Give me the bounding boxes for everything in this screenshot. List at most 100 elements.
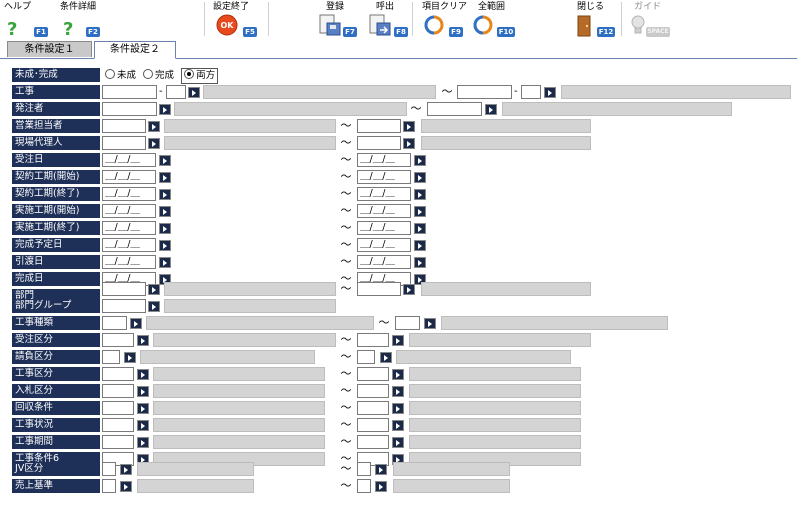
range-from-input[interactable] (102, 401, 134, 415)
date-to-input[interactable]: ＿/＿/＿ (357, 170, 411, 184)
f12-key-badge[interactable]: F12 (597, 27, 615, 37)
range-to-input[interactable] (357, 435, 389, 449)
range-to-lookup-button[interactable] (392, 437, 404, 448)
orderer-from-lookup-button[interactable] (159, 104, 171, 115)
calendar-button[interactable] (414, 189, 426, 200)
range-to-lookup-button[interactable] (392, 386, 404, 397)
range-from-input[interactable] (102, 367, 134, 381)
order-class-to-lookup-button[interactable] (392, 335, 404, 346)
help-icon[interactable]: ? (6, 19, 20, 37)
jv-class-from-lookup-button[interactable] (120, 464, 132, 475)
range-from-lookup-button[interactable] (137, 437, 149, 448)
f10-key-badge[interactable]: F10 (497, 27, 515, 37)
sales-basis-to-lookup-button[interactable] (375, 481, 387, 492)
range-to-input[interactable] (357, 418, 389, 432)
department-from-lookup-button[interactable] (148, 284, 160, 295)
order-class-to-input[interactable] (357, 333, 389, 347)
date-from-input[interactable]: ＿/＿/＿ (102, 221, 156, 235)
ok-icon[interactable]: OK (216, 14, 238, 36)
calendar-button[interactable] (159, 240, 171, 251)
f8-key-badge[interactable]: F8 (394, 27, 408, 37)
date-from-input[interactable]: ＿/＿/＿ (102, 238, 156, 252)
tab-conditions-2[interactable]: 条件設定２ (94, 41, 176, 59)
range-from-input[interactable] (102, 435, 134, 449)
refresh-icon[interactable] (423, 14, 445, 36)
range-from-lookup-button[interactable] (137, 403, 149, 414)
calendar-button[interactable] (159, 257, 171, 268)
work-type-to-lookup-button[interactable] (424, 318, 436, 329)
site-agent-from-input[interactable] (102, 136, 146, 150)
contract-class-to-input[interactable] (357, 350, 375, 364)
contract-class-from-lookup-button[interactable] (124, 352, 136, 363)
recall-icon[interactable] (368, 13, 392, 37)
order-class-from-input[interactable] (102, 333, 134, 347)
calendar-button[interactable] (414, 155, 426, 166)
f9-key-badge[interactable]: F9 (449, 27, 463, 37)
jv-class-from-input[interactable] (102, 462, 116, 476)
construction-from-input-1[interactable] (102, 85, 157, 99)
range-to-lookup-button[interactable] (392, 403, 404, 414)
order-class-from-lookup-button[interactable] (137, 335, 149, 346)
radio-both[interactable]: 両方 (181, 68, 219, 84)
sales-basis-from-input[interactable] (102, 479, 116, 493)
construction-to-input-2[interactable] (521, 85, 541, 99)
department-to-lookup-button[interactable] (403, 284, 415, 295)
range-from-lookup-button[interactable] (137, 420, 149, 431)
date-from-input[interactable]: ＿/＿/＿ (102, 204, 156, 218)
date-to-input[interactable]: ＿/＿/＿ (357, 187, 411, 201)
date-to-input[interactable]: ＿/＿/＿ (357, 238, 411, 252)
range-from-input[interactable] (102, 418, 134, 432)
site-agent-to-lookup-button[interactable] (403, 138, 415, 149)
site-agent-to-input[interactable] (357, 136, 401, 150)
site-agent-from-lookup-button[interactable] (148, 138, 160, 149)
jv-class-to-lookup-button[interactable] (375, 464, 387, 475)
construction-from-lookup-button[interactable] (188, 87, 200, 98)
date-to-input[interactable]: ＿/＿/＿ (357, 204, 411, 218)
orderer-to-input[interactable] (427, 102, 482, 116)
work-type-from-lookup-button[interactable] (130, 318, 142, 329)
range-from-lookup-button[interactable] (137, 369, 149, 380)
department-group-input[interactable] (102, 299, 146, 313)
department-to-input[interactable] (357, 282, 401, 296)
jv-class-to-input[interactable] (357, 462, 371, 476)
calendar-button[interactable] (414, 223, 426, 234)
construction-to-lookup-button[interactable] (544, 87, 556, 98)
date-from-input[interactable]: ＿/＿/＿ (102, 255, 156, 269)
calendar-button[interactable] (414, 206, 426, 217)
sales-rep-from-input[interactable] (102, 119, 146, 133)
help-icon[interactable]: ? (62, 19, 76, 37)
f2-key-badge[interactable]: F2 (86, 27, 100, 37)
calendar-button[interactable] (159, 172, 171, 183)
construction-from-input-2[interactable] (166, 85, 186, 99)
department-from-input[interactable] (102, 282, 146, 296)
sales-rep-to-lookup-button[interactable] (403, 121, 415, 132)
radio-incomplete[interactable]: 未成 (105, 69, 136, 83)
f7-key-badge[interactable]: F7 (343, 27, 357, 37)
construction-to-input-1[interactable] (457, 85, 512, 99)
work-type-to-input[interactable] (395, 316, 420, 330)
calendar-button[interactable] (159, 155, 171, 166)
calendar-button[interactable] (159, 206, 171, 217)
f1-key-badge[interactable]: F1 (34, 27, 48, 37)
calendar-button[interactable] (414, 240, 426, 251)
contract-class-from-input[interactable] (102, 350, 120, 364)
calendar-button[interactable] (159, 189, 171, 200)
range-to-input[interactable] (357, 401, 389, 415)
date-from-input[interactable]: ＿/＿/＿ (102, 170, 156, 184)
range-from-lookup-button[interactable] (137, 386, 149, 397)
date-to-input[interactable]: ＿/＿/＿ (357, 153, 411, 167)
range-to-input[interactable] (357, 384, 389, 398)
range-from-input[interactable] (102, 384, 134, 398)
calendar-button[interactable] (159, 223, 171, 234)
sales-rep-to-input[interactable] (357, 119, 401, 133)
range-to-lookup-button[interactable] (392, 369, 404, 380)
calendar-button[interactable] (414, 172, 426, 183)
radio-complete[interactable]: 完成 (143, 69, 174, 83)
range-to-lookup-button[interactable] (392, 420, 404, 431)
date-to-input[interactable]: ＿/＿/＿ (357, 221, 411, 235)
calendar-button[interactable] (414, 257, 426, 268)
register-icon[interactable] (318, 13, 342, 37)
door-icon[interactable] (576, 15, 592, 37)
f5-key-badge[interactable]: F5 (243, 27, 257, 37)
department-group-lookup-button[interactable] (148, 301, 160, 312)
